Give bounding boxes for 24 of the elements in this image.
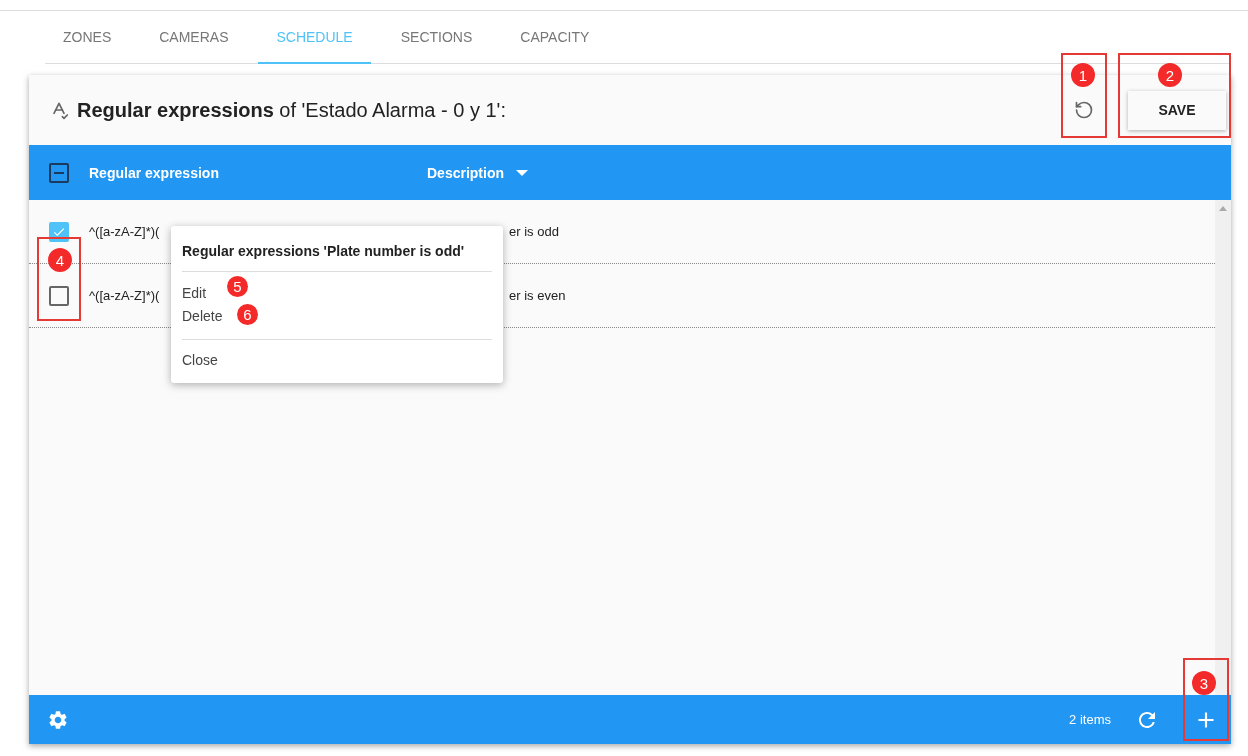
- tab[interactable]: ZONES: [45, 11, 130, 64]
- table-cell: ^([a-zA-Z]*)(: [89, 288, 160, 303]
- tab[interactable]: CAPACITY: [502, 11, 608, 64]
- menu-item[interactable]: Delete: [182, 308, 223, 324]
- item-count: 2 items: [1069, 712, 1111, 727]
- undo-button[interactable]: [1074, 100, 1094, 120]
- save-button[interactable]: SAVE: [1128, 90, 1226, 130]
- panel-title: Regular expressions of 'Estado Alarma - 0 y 1':: [77, 98, 507, 122]
- tab[interactable]: SECTIONS: [382, 11, 491, 64]
- table-cell: er is even: [509, 288, 566, 303]
- row-checkbox[interactable]: [49, 221, 69, 242]
- select-all-checkbox[interactable]: [49, 162, 69, 183]
- scrollbar[interactable]: [1215, 200, 1231, 695]
- settings-button[interactable]: [47, 708, 69, 731]
- table-cell: ^([a-zA-Z]*)(: [89, 224, 160, 239]
- column-header[interactable]: Description: [427, 164, 504, 181]
- column-header[interactable]: Regular expression: [89, 164, 219, 181]
- menu-item[interactable]: Close: [182, 349, 218, 372]
- menu-item[interactable]: Edit: [182, 285, 207, 301]
- table-cell: er is odd: [509, 224, 559, 239]
- tab[interactable]: CAMERAS: [141, 11, 247, 64]
- menu-title: Regular expressions 'Plate number is odd': [182, 226, 492, 272]
- scroll-up-icon: [1219, 206, 1227, 211]
- row-checkbox[interactable]: [49, 285, 69, 306]
